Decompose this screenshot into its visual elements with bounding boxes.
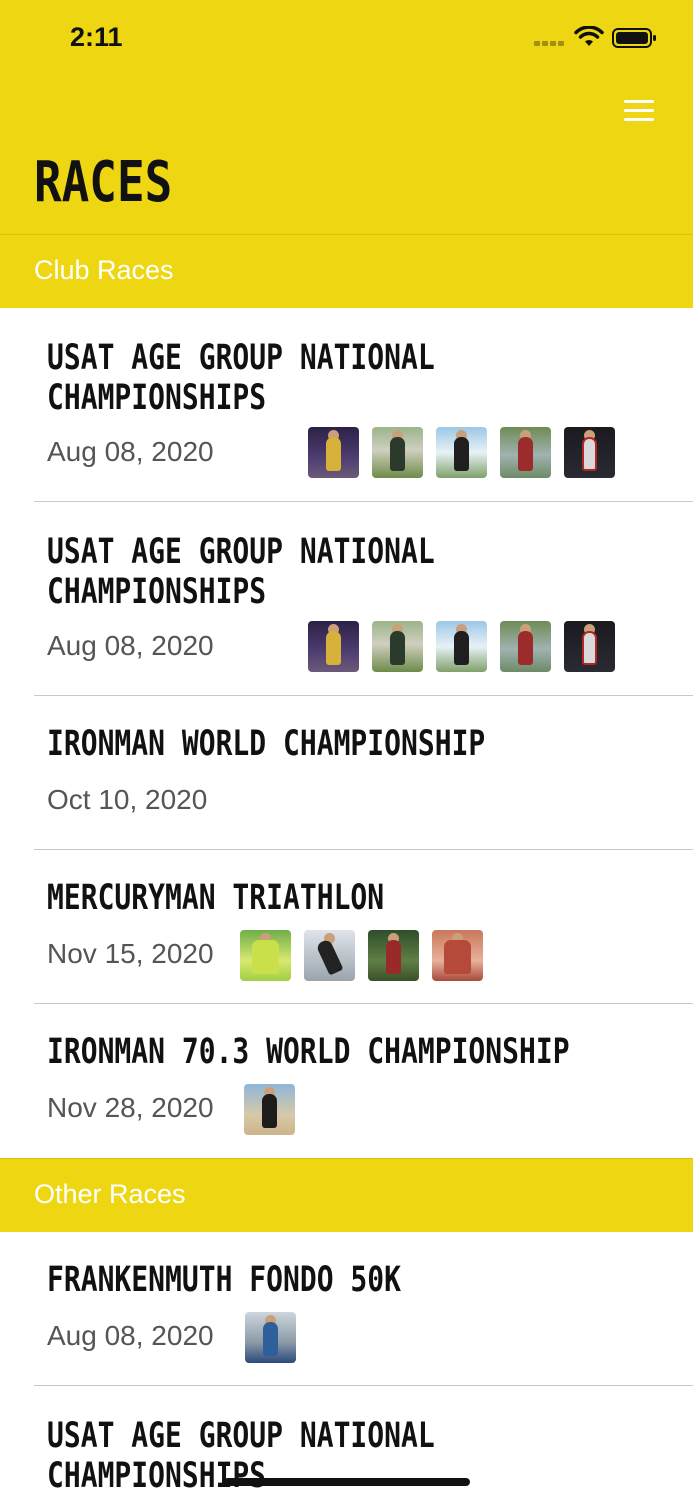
race-date: Aug 08, 2020	[47, 436, 214, 467]
participant-photos	[308, 621, 615, 672]
home-indicator	[224, 1478, 470, 1486]
participant-photo[interactable]	[244, 1084, 295, 1135]
race-name: FRANKENMUTH FONDO 50K	[47, 1260, 402, 1300]
race-date: Aug 08, 2020	[47, 630, 214, 661]
race-row[interactable]: IRONMAN WORLD CHAMPIONSHIP Oct 10, 2020	[0, 696, 693, 850]
race-name: USAT AGE GROUP NATIONAL CHAMPIONSHIPS	[47, 532, 435, 612]
race-name: IRONMAN WORLD CHAMPIONSHIP	[47, 724, 486, 764]
race-date: Nov 28, 2020	[47, 1092, 214, 1123]
participant-photo[interactable]	[245, 1312, 296, 1363]
participant-photo[interactable]	[308, 621, 359, 672]
wifi-icon	[574, 26, 604, 46]
race-name: USAT AGE GROUP NATIONAL CHAMPIONSHIPS	[47, 338, 435, 418]
participant-photo[interactable]	[564, 621, 615, 672]
race-date: Nov 15, 2020	[47, 938, 214, 969]
participant-photo[interactable]	[436, 427, 487, 478]
race-row[interactable]: IRONMAN 70.3 WORLD CHAMPIONSHIP Nov 28, …	[0, 1004, 693, 1158]
battery-icon	[612, 28, 656, 48]
hamburger-menu-icon[interactable]	[622, 98, 656, 124]
cellular-signal-icon	[534, 41, 566, 47]
participant-photo[interactable]	[372, 621, 423, 672]
participant-photo[interactable]	[368, 930, 419, 981]
participant-photo[interactable]	[500, 427, 551, 478]
app-header: 2:11 RACES	[0, 0, 693, 234]
participant-photo[interactable]	[304, 930, 355, 981]
participant-photo[interactable]	[308, 427, 359, 478]
race-row[interactable]: USAT AGE GROUP NATIONAL CHAMPIONSHIPS Au…	[0, 308, 693, 502]
participant-photos	[240, 930, 483, 981]
participant-photo[interactable]	[500, 621, 551, 672]
participant-photo[interactable]	[432, 930, 483, 981]
participant-photos	[245, 1312, 296, 1363]
page-title: RACES	[34, 150, 173, 215]
participant-photo[interactable]	[436, 621, 487, 672]
race-name: IRONMAN 70.3 WORLD CHAMPIONSHIP	[47, 1032, 570, 1072]
race-date: Oct 10, 2020	[47, 784, 208, 815]
participant-photos	[244, 1084, 295, 1135]
status-time: 2:11	[70, 22, 123, 52]
participant-photos	[308, 427, 615, 478]
race-row[interactable]: FRANKENMUTH FONDO 50K Aug 08, 2020	[0, 1232, 693, 1386]
section-title: Club Races	[34, 255, 174, 285]
participant-photo[interactable]	[564, 427, 615, 478]
race-name: MERCURYMAN TRIATHLON	[47, 878, 385, 918]
race-row[interactable]: USAT AGE GROUP NATIONAL CHAMPIONSHIPS Au…	[0, 502, 693, 696]
race-date: Aug 08, 2020	[47, 1320, 214, 1351]
participant-photo[interactable]	[240, 930, 291, 981]
participant-photo[interactable]	[372, 427, 423, 478]
race-row[interactable]: MERCURYMAN TRIATHLON Nov 15, 2020	[0, 850, 693, 1004]
section-header-club-races: Club Races	[0, 234, 693, 308]
section-header-other-races: Other Races	[0, 1158, 693, 1232]
section-title: Other Races	[34, 1179, 186, 1209]
